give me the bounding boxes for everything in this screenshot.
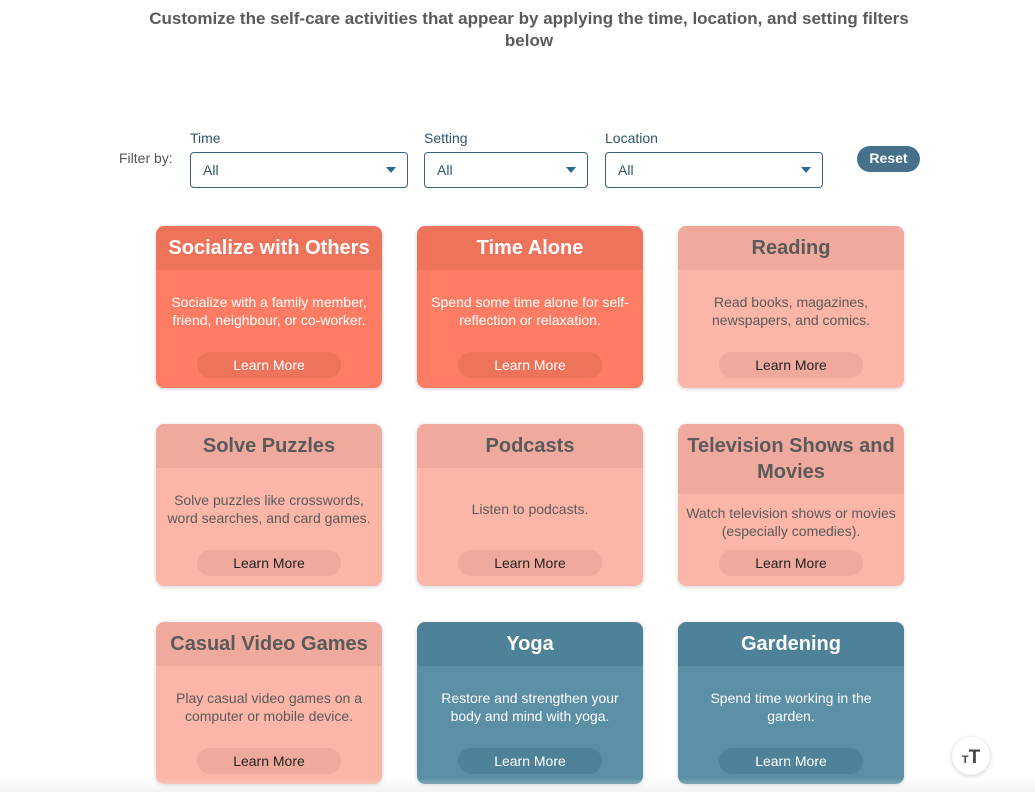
- card-description: Restore and strengthen your body and min…: [441, 690, 619, 724]
- location-select-value: All: [618, 162, 634, 178]
- activity-card: Podcasts Listen to podcasts. Learn More: [417, 424, 643, 586]
- caret-down-icon: [801, 167, 811, 173]
- setting-filter-label: Setting: [424, 130, 468, 146]
- card-description: Listen to podcasts.: [471, 501, 589, 517]
- time-filter-label: Time: [190, 130, 221, 146]
- learn-more-button[interactable]: Learn More: [197, 550, 341, 576]
- setting-filter: Setting All: [424, 130, 588, 188]
- learn-more-button[interactable]: Learn More: [719, 550, 863, 576]
- text-size-icon-small: T: [961, 754, 969, 766]
- card-description: Play casual video games on a computer or…: [176, 690, 362, 724]
- setting-select-value: All: [437, 162, 453, 178]
- activity-card: Time Alone Spend some time alone for sel…: [417, 226, 643, 388]
- text-size-button[interactable]: T T: [952, 737, 990, 775]
- activity-card: Solve Puzzles Solve puzzles like crosswo…: [156, 424, 382, 586]
- activity-card: Gardening Spend time working in the gard…: [678, 622, 904, 784]
- activity-card: Casual Video Games Play casual video gam…: [156, 622, 382, 784]
- card-title: Podcasts: [417, 424, 643, 468]
- learn-more-button[interactable]: Learn More: [197, 352, 341, 378]
- card-title: Casual Video Games: [156, 622, 382, 666]
- card-title: Solve Puzzles: [156, 424, 382, 468]
- location-filter-label: Location: [605, 130, 658, 146]
- card-description: Spend some time alone for self-reflectio…: [431, 294, 629, 328]
- learn-more-button[interactable]: Learn More: [458, 352, 602, 378]
- card-title: Television Shows and Movies: [678, 424, 904, 494]
- time-select-value: All: [203, 162, 219, 178]
- time-select[interactable]: All: [190, 152, 408, 188]
- card-title: Time Alone: [417, 226, 643, 270]
- learn-more-button[interactable]: Learn More: [458, 748, 602, 774]
- setting-select[interactable]: All: [424, 152, 588, 188]
- caret-down-icon: [386, 167, 396, 173]
- card-description: Read books, magazines, newspapers, and c…: [712, 294, 870, 328]
- activity-card: Socialize with Others Socialize with a f…: [156, 226, 382, 388]
- learn-more-button[interactable]: Learn More: [458, 550, 602, 576]
- card-title: Reading: [678, 226, 904, 270]
- card-description: Solve puzzles like crosswords, word sear…: [167, 492, 371, 526]
- activity-card: Television Shows and Movies Watch televi…: [678, 424, 904, 586]
- learn-more-button[interactable]: Learn More: [719, 352, 863, 378]
- activity-card: Reading Read books, magazines, newspaper…: [678, 226, 904, 388]
- activity-card: Yoga Restore and strengthen your body an…: [417, 622, 643, 784]
- learn-more-button[interactable]: Learn More: [719, 748, 863, 774]
- location-select[interactable]: All: [605, 152, 823, 188]
- bottom-fade: [0, 778, 1035, 792]
- card-title: Gardening: [678, 622, 904, 666]
- reset-button[interactable]: Reset: [857, 146, 920, 172]
- card-description: Socialize with a family member, friend, …: [171, 294, 367, 328]
- card-description: Spend time working in the garden.: [710, 690, 872, 724]
- card-description: Watch television shows or movies (especi…: [686, 505, 896, 539]
- intro-heading: Customize the self-care activities that …: [149, 9, 909, 50]
- card-title: Socialize with Others: [156, 226, 382, 270]
- card-title: Yoga: [417, 622, 643, 666]
- caret-down-icon: [566, 167, 576, 173]
- learn-more-button[interactable]: Learn More: [197, 748, 341, 774]
- time-filter: Time All: [190, 130, 408, 188]
- text-size-icon-large: T: [968, 747, 981, 768]
- location-filter: Location All: [605, 130, 823, 188]
- filter-by-label: Filter by:: [119, 150, 173, 166]
